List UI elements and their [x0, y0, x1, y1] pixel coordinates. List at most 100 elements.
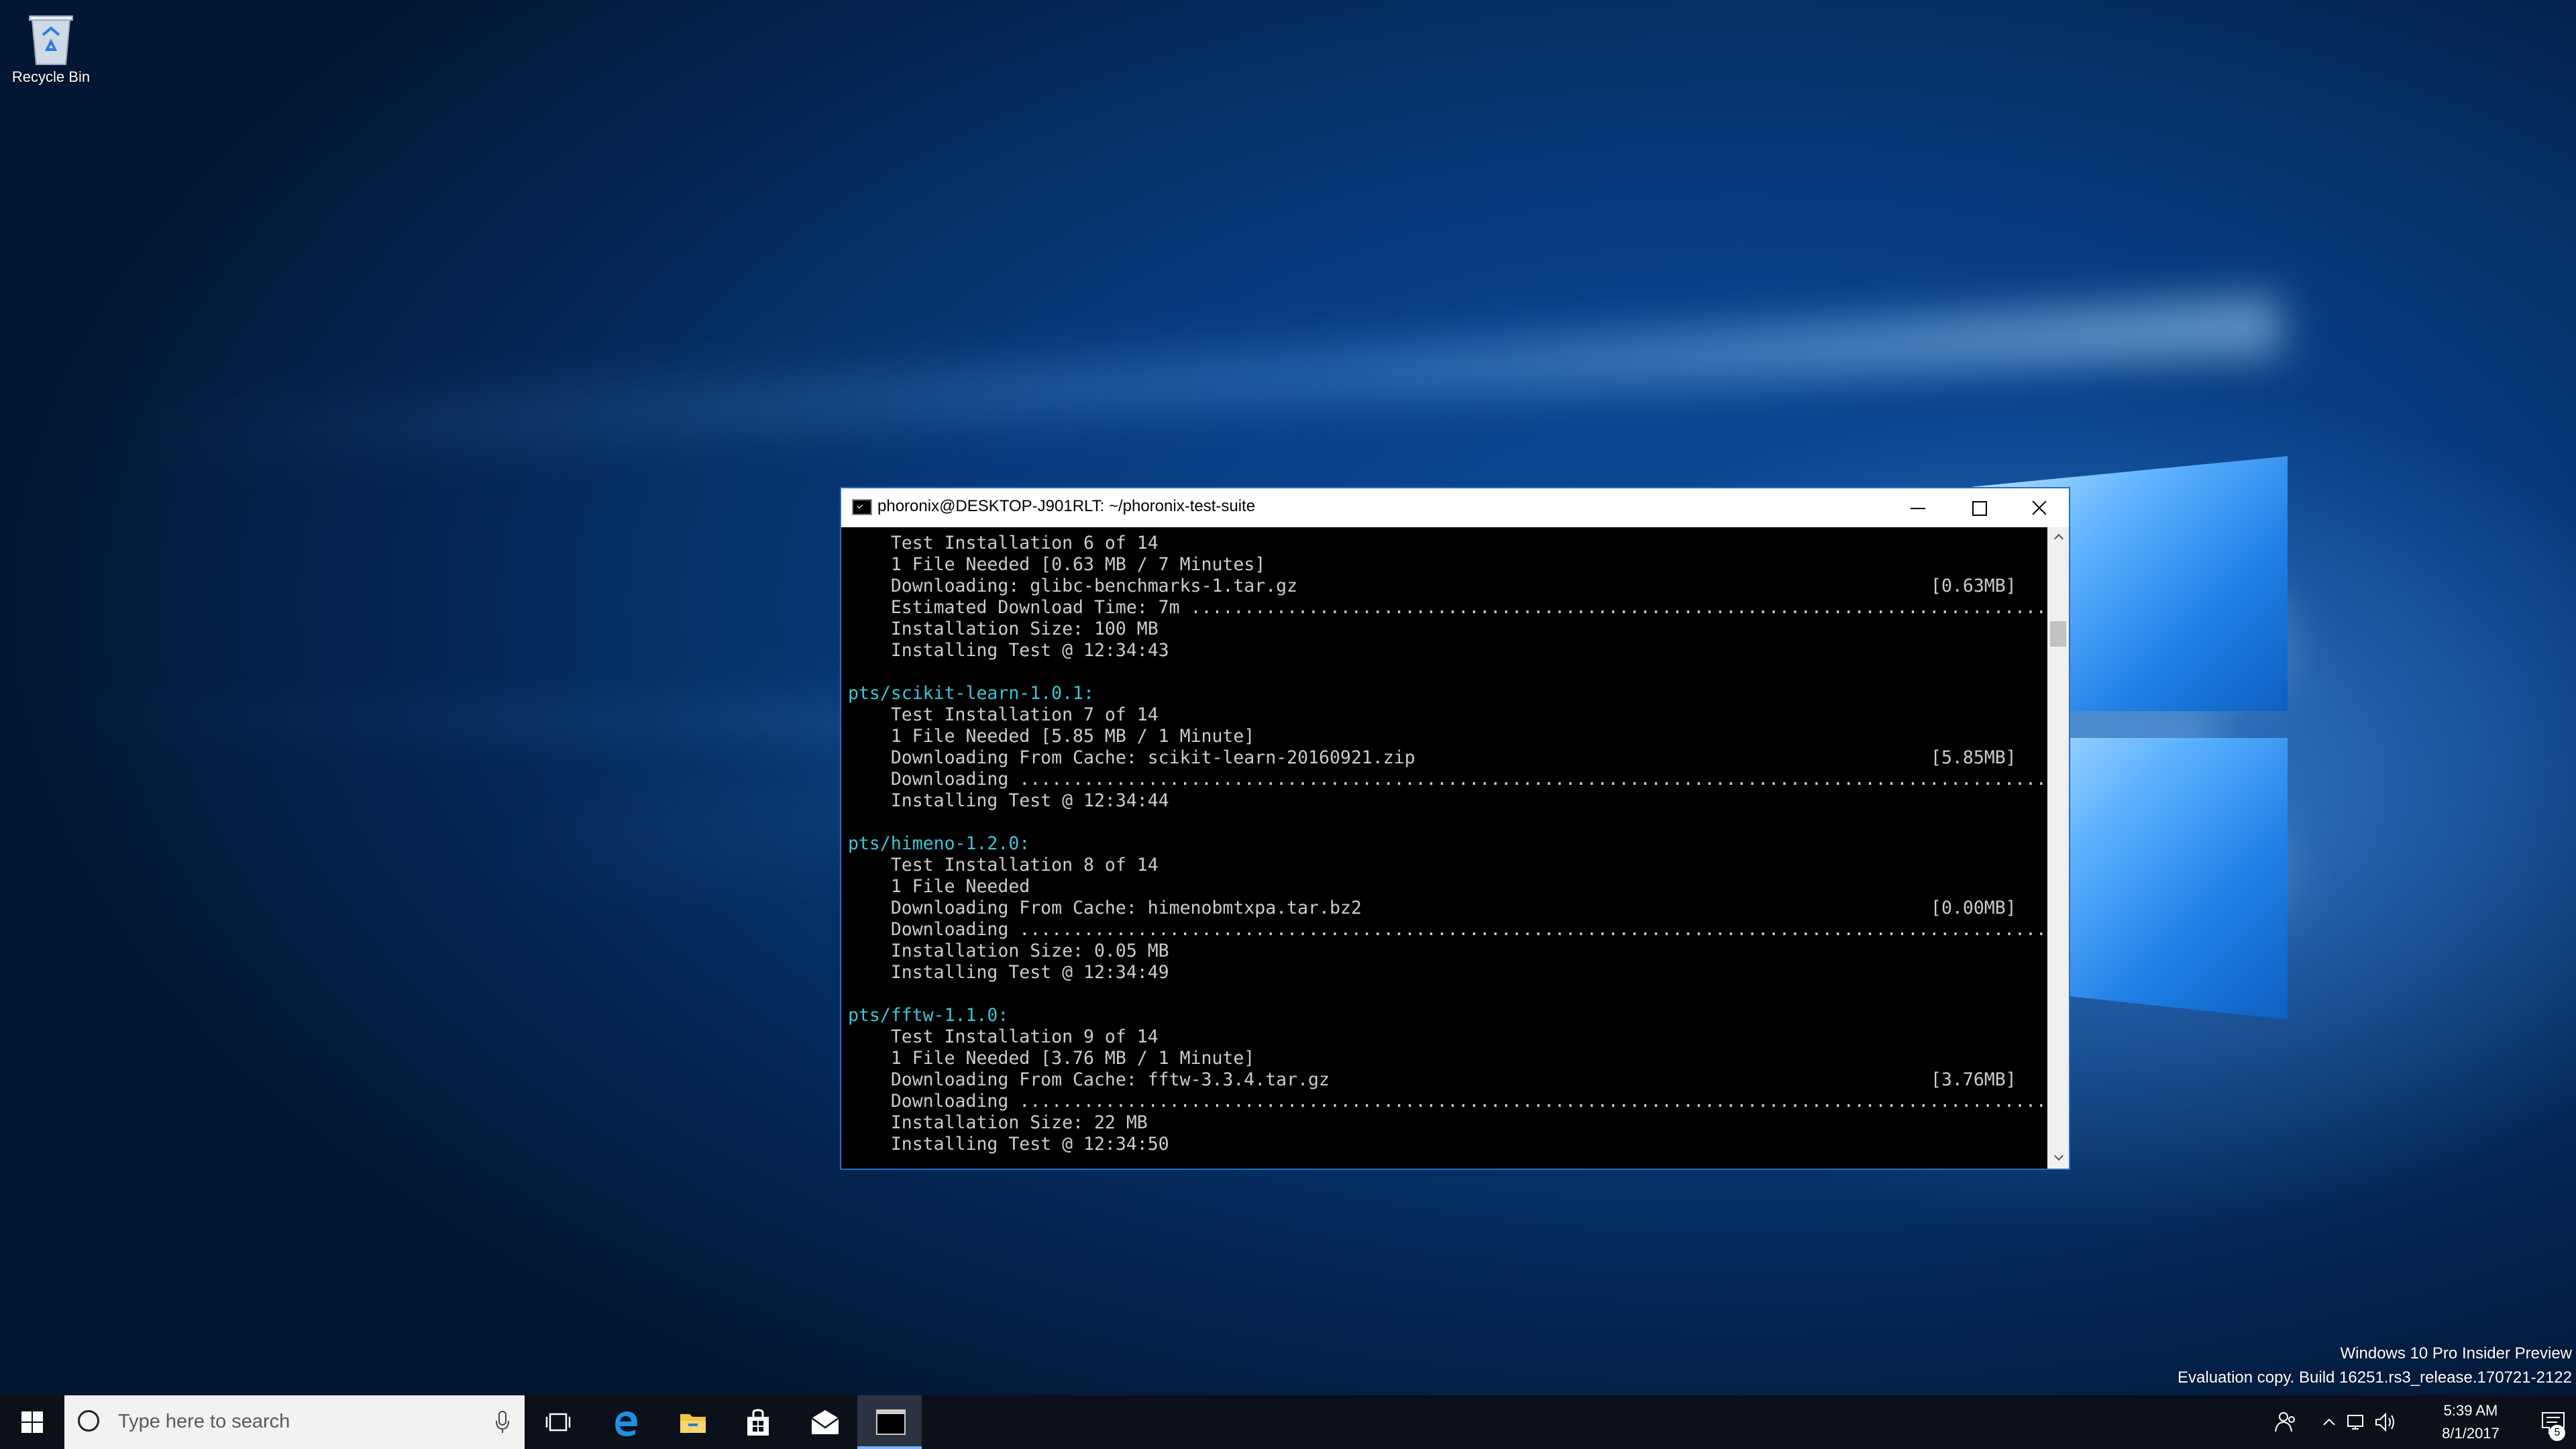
- taskbar: Type here to search 5:39 AM 8/1/2017 5: [0, 1395, 2576, 1449]
- console-line-text: Test Installation 7 of 14: [848, 704, 1159, 725]
- mail-button[interactable]: [792, 1395, 856, 1449]
- console-line: Test Installation 9 of 14: [848, 1026, 2047, 1048]
- light-beam: [136, 295, 2283, 468]
- console-line-text: Downloading ............................…: [848, 1091, 2047, 1112]
- microphone-icon[interactable]: [495, 1410, 510, 1434]
- console-line: Downloading From Cache: fftw-3.3.4.tar.g…: [848, 1069, 2047, 1091]
- console-line: 1 File Needed [0.63 MB / 7 Minutes]: [848, 554, 2047, 576]
- console-line-text: Downloading ............................…: [848, 769, 2047, 790]
- clock-date: 8/1/2017: [2442, 1425, 2500, 1442]
- scroll-up-arrow[interactable]: [2047, 527, 2069, 547]
- console-line-text: Installation Size: 22 MB: [848, 1112, 1148, 1133]
- console-line: Downloading From Cache: scikit-learn-201…: [848, 747, 2047, 769]
- console-line: 1 File Needed: [848, 876, 2047, 898]
- console-line: Installing Test @ 12:34:50: [848, 1134, 2047, 1155]
- console-app-icon: [852, 499, 872, 515]
- console-line: Downloading: glibc-benchmarks-1.tar.gz [0…: [848, 576, 2047, 597]
- terminal-icon: [876, 1409, 906, 1435]
- console-line-text: Installation Size: 100 MB: [848, 619, 1159, 639]
- clock-time: 5:39 AM: [2443, 1402, 2498, 1419]
- window-title: phoronix@DESKTOP-J901RLT: ~/phoronix-tes…: [877, 497, 1256, 515]
- console-line: pts/fftw-1.1.0:: [848, 1005, 2047, 1026]
- volume-icon[interactable]: [2373, 1409, 2398, 1436]
- clock[interactable]: 5:39 AM 8/1/2017: [2420, 1399, 2521, 1445]
- download-size: [3.76MB]: [1931, 1069, 2017, 1090]
- console-line: Downloading ............................…: [848, 769, 2047, 790]
- desktop-icon-label: Recycle Bin: [11, 68, 91, 85]
- console-line: pts/scikit-learn-1.0.1:: [848, 683, 2047, 704]
- vertical-scrollbar[interactable]: [2047, 527, 2069, 1169]
- console-line-text: Downloading From Cache: scikit-learn-201…: [848, 747, 1415, 768]
- search-box[interactable]: Type here to search: [64, 1395, 525, 1449]
- scroll-down-arrow[interactable]: [2047, 1148, 2069, 1169]
- store-icon: [747, 1409, 769, 1436]
- console-line: Installing Test @ 12:34:44: [848, 790, 2047, 812]
- folder-icon: [680, 1414, 706, 1433]
- windows-start-icon: [21, 1411, 43, 1433]
- terminal-taskbar-button[interactable]: [857, 1395, 922, 1449]
- console-line-text: Test Installation 8 of 14: [848, 855, 1159, 875]
- mail-icon: [811, 1410, 839, 1434]
- console-line: 1 File Needed [5.85 MB / 1 Minute]: [848, 726, 2047, 747]
- scroll-thumb[interactable]: [2050, 621, 2066, 647]
- notification-count-badge: 5: [2549, 1425, 2565, 1441]
- start-button[interactable]: [0, 1395, 64, 1449]
- console-line: Downloading ............................…: [848, 919, 2047, 941]
- console-line-text: Estimated Download Time: 7m ............…: [848, 597, 2047, 618]
- console-line-text: Installing Test @ 12:34:49: [848, 962, 1169, 983]
- store-button[interactable]: [726, 1395, 790, 1449]
- console-line: Installing Test @ 12:34:49: [848, 962, 2047, 983]
- console-line: Estimated Download Time: 7m ............…: [848, 597, 2047, 619]
- edge-icon: [615, 1411, 637, 1436]
- test-profile-name: pts/himeno-1.2.0:: [848, 833, 1030, 854]
- download-size: [0.00MB]: [1931, 898, 2017, 918]
- console-line-text: Downloading: glibc-benchmarks-1.tar.gz: [848, 576, 1298, 596]
- recycle-bin-icon: [29, 15, 73, 65]
- console-line: Downloading ............................…: [848, 1091, 2047, 1112]
- console-line-text: Test Installation 9 of 14: [848, 1026, 1159, 1047]
- task-view-icon: [545, 1413, 571, 1432]
- test-profile-name: pts/scikit-learn-1.0.1:: [848, 683, 1094, 704]
- console-line: Installing Test @ 12:34:43: [848, 640, 2047, 661]
- console-line: Test Installation 7 of 14: [848, 704, 2047, 726]
- maximize-button[interactable]: [1945, 488, 2007, 527]
- title-bar[interactable]: phoronix@DESKTOP-J901RLT: ~/phoronix-tes…: [841, 488, 2069, 527]
- download-size: [5.85MB]: [1931, 747, 2017, 768]
- console-line-text: Installing Test @ 12:34:50: [848, 1134, 1169, 1155]
- console-line-text: Downloading ............................…: [848, 919, 2047, 940]
- console-line-text: Installing Test @ 12:34:43: [848, 640, 1169, 661]
- chevron-up-icon[interactable]: [2321, 1409, 2337, 1436]
- desktop: Recycle Bin phoronix@DESKTOP-J901RLT: ~/…: [0, 0, 2576, 1449]
- people-icon[interactable]: [2274, 1409, 2298, 1436]
- watermark-edition: Windows 10 Pro Insider Preview: [2340, 1344, 2572, 1362]
- console-line-text: 1 File Needed [3.76 MB / 1 Minute]: [848, 1048, 1255, 1069]
- console-line-text: 1 File Needed [0.63 MB / 7 Minutes]: [848, 554, 1266, 575]
- console-line-text: 1 File Needed [5.85 MB / 1 Minute]: [848, 726, 1255, 747]
- file-explorer-button[interactable]: [660, 1395, 724, 1449]
- watermark-build: Evaluation copy. Build 16251.rs3_release…: [2178, 1368, 2572, 1387]
- console-line-text: Installation Size: 0.05 MB: [848, 941, 1169, 961]
- terminal-window[interactable]: phoronix@DESKTOP-J901RLT: ~/phoronix-tes…: [840, 487, 2070, 1170]
- desktop-icon-recycle-bin[interactable]: Recycle Bin: [5, 5, 97, 99]
- close-button[interactable]: [2007, 488, 2069, 527]
- build-watermark: Windows 10 Pro Insider Preview Evaluatio…: [2178, 1342, 2572, 1390]
- console-line: Installation Size: 22 MB: [848, 1112, 2047, 1134]
- console-line-text: Downloading From Cache: himenobmtxpa.tar…: [848, 898, 1362, 918]
- console-line: Installation Size: 0.05 MB: [848, 941, 2047, 962]
- system-tray: 5:39 AM 8/1/2017 5: [2227, 1395, 2576, 1449]
- network-icon[interactable]: [2345, 1409, 2369, 1436]
- console-line: Test Installation 8 of 14: [848, 855, 2047, 876]
- edge-button[interactable]: [593, 1395, 657, 1449]
- console-line: pts/himeno-1.2.0:: [848, 833, 2047, 855]
- download-size: [0.63MB]: [1931, 576, 2017, 596]
- console-line-text: Test Installation 6 of 14: [848, 533, 1159, 553]
- minimize-button[interactable]: [1884, 488, 1945, 527]
- console-line-text: Downloading From Cache: fftw-3.3.4.tar.g…: [848, 1069, 1330, 1090]
- task-view-button[interactable]: [526, 1395, 590, 1449]
- cortana-icon: [78, 1410, 99, 1432]
- console-line: Test Installation 6 of 14: [848, 533, 2047, 554]
- console-output[interactable]: Test Installation 6 of 14 1 File Needed …: [841, 527, 2047, 1169]
